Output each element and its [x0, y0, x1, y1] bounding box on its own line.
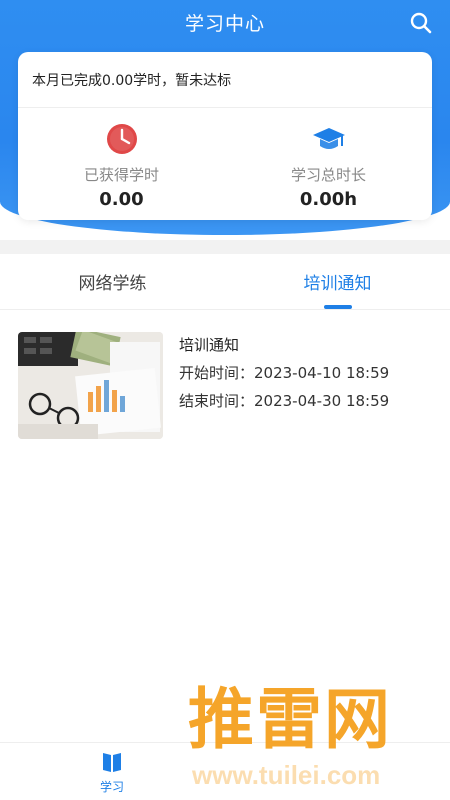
total-duration-stat: 学习总时长 0.00h — [225, 108, 432, 220]
tab-training-notice-label: 培训通知 — [303, 274, 372, 294]
notice-info: 培训通知 开始时间：2023-04-10 18:59 结束时间：2023-04-… — [179, 332, 389, 440]
tab-training-notice[interactable]: 培训通知 — [225, 254, 450, 309]
notice-title: 培训通知 — [179, 336, 240, 354]
clock-icon — [106, 124, 137, 154]
earned-hours-label: 已获得学时 — [83, 166, 159, 184]
nav-item-study[interactable]: 学习 — [80, 743, 144, 800]
total-duration-value: 0.00h — [299, 189, 358, 210]
section-divider — [0, 240, 450, 254]
list-item[interactable]: 培训通知 开始时间：2023-04-10 18:59 结束时间：2023-04-… — [18, 332, 432, 440]
tab-bar: 网络学练 培训通知 — [0, 254, 450, 310]
stats-row: 已获得学时 0.00 学习总时长 0.00h — [18, 108, 432, 220]
earned-hours-stat: 已获得学时 0.00 — [18, 108, 225, 220]
book-icon — [103, 752, 121, 772]
total-duration-label: 学习总时长 — [290, 166, 366, 184]
graduation-cap-icon — [312, 128, 345, 149]
earned-hours-value: 0.00 — [99, 189, 144, 210]
tab-online-practice-label: 网络学练 — [78, 274, 147, 294]
monthly-status-text: 本月已完成0.00学时，暂未达标 — [18, 52, 432, 108]
study-summary-card: 本月已完成0.00学时，暂未达标 已获得学时 0.00 学习总时长 0.00h — [18, 52, 432, 220]
search-icon[interactable] — [408, 10, 434, 36]
notice-end-time: 结束时间：2023-04-30 18:59 — [179, 392, 390, 410]
nav-item-study-label: 学习 — [99, 779, 124, 794]
notice-thumbnail — [18, 332, 163, 439]
tab-online-practice[interactable]: 网络学练 — [0, 254, 225, 309]
page-title: 学习中心 — [184, 13, 265, 35]
watermark-text: 推雷网 — [188, 681, 392, 758]
notice-start-time: 开始时间：2023-04-10 18:59 — [179, 364, 390, 382]
watermark-url: www.tuilei.com — [192, 760, 381, 790]
active-tab-indicator — [323, 305, 352, 309]
watermark: 推雷网 www.tuilei.com — [180, 680, 450, 800]
